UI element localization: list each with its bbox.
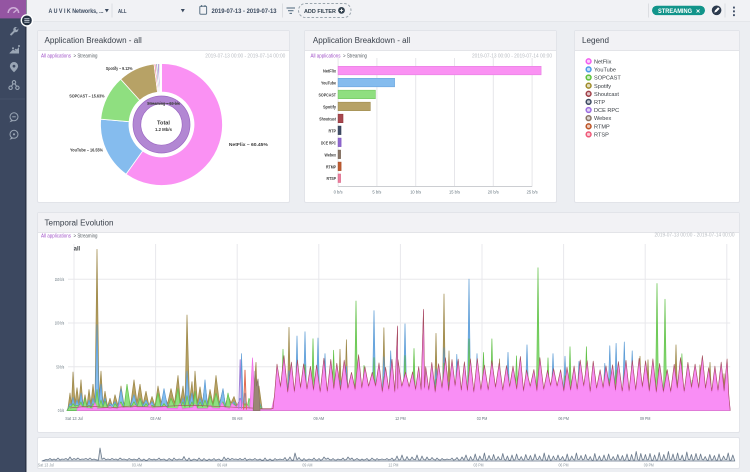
svg-text:SOPCAST: SOPCAST <box>594 76 621 82</box>
svg-text:A U V I K Networks, ...: A U V I K Networks, ... <box>49 9 104 15</box>
svg-text:NetFlix – 60.45%: NetFlix – 60.45% <box>229 142 268 147</box>
svg-text:RTMP: RTMP <box>326 164 336 169</box>
svg-text:09 PM: 09 PM <box>640 416 651 421</box>
svg-text:10 b/s: 10 b/s <box>410 189 422 194</box>
svg-text:Temporal Evolution: Temporal Evolution <box>45 219 114 228</box>
svg-text:06 PM: 06 PM <box>558 416 569 421</box>
svg-text:2019-07-13 - 2019-07-13: 2019-07-13 - 2019-07-13 <box>212 9 278 15</box>
svg-text:NetFlix: NetFlix <box>323 69 336 74</box>
svg-text:03 PM: 03 PM <box>477 416 488 421</box>
svg-text:all: all <box>74 247 81 253</box>
svg-text:09 AM: 09 AM <box>302 462 312 467</box>
svg-text:03 AM: 03 AM <box>150 416 161 421</box>
svg-text:15 b/s: 15 b/s <box>449 189 461 194</box>
svg-text:NetFlix: NetFlix <box>594 59 612 65</box>
svg-text:20 b/s: 20 b/s <box>488 189 500 194</box>
svg-text:Shoutcast: Shoutcast <box>594 92 619 98</box>
svg-text:06 AM: 06 AM <box>217 462 227 467</box>
svg-text:50 b/s: 50 b/s <box>56 364 64 369</box>
svg-text:06 AM: 06 AM <box>232 416 243 421</box>
svg-text:RTP: RTP <box>594 100 605 106</box>
svg-text:Streaming – 83 b/s: Streaming – 83 b/s <box>147 101 180 107</box>
svg-text:12 PM: 12 PM <box>395 416 406 421</box>
svg-text:> Streaming: > Streaming <box>74 234 98 240</box>
svg-text:0 b/s: 0 b/s <box>58 408 65 413</box>
svg-text:Total: Total <box>157 120 170 126</box>
svg-text:YouTube: YouTube <box>321 80 336 85</box>
svg-text:1.2 Mb/s: 1.2 Mb/s <box>155 127 172 133</box>
svg-text:RTSP: RTSP <box>594 132 609 138</box>
svg-text:Shoutcast: Shoutcast <box>319 116 336 121</box>
svg-text:Application Breakdown - all: Application Breakdown - all <box>313 36 411 45</box>
svg-text:✕: ✕ <box>696 8 701 15</box>
svg-text:DCE RPC: DCE RPC <box>594 108 619 114</box>
svg-text:Application Breakdown - all: Application Breakdown - all <box>45 36 143 45</box>
svg-text:> Streaming: > Streaming <box>74 54 98 60</box>
svg-text:Spotify: Spotify <box>323 104 336 109</box>
svg-text:All applications: All applications <box>41 54 71 60</box>
svg-text:03 AM: 03 AM <box>132 462 142 467</box>
svg-text:All applications: All applications <box>41 234 71 240</box>
svg-text:25 b/s: 25 b/s <box>527 189 539 194</box>
svg-text:09 AM: 09 AM <box>314 416 325 421</box>
svg-text:All applications: All applications <box>311 54 341 60</box>
svg-text:2019-07-13 00:00 - 2019-07-14: 2019-07-13 00:00 - 2019-07-14 00:00 <box>655 233 735 239</box>
svg-text:SOPCAST – 15.63%: SOPCAST – 15.63% <box>69 94 104 99</box>
svg-text:2019-07-13 00:00 - 2019-07-14: 2019-07-13 00:00 - 2019-07-14 00:00 <box>472 53 552 59</box>
svg-text:YouTube – 16.55%: YouTube – 16.55% <box>70 148 103 153</box>
svg-text:STREAMING: STREAMING <box>658 9 692 15</box>
svg-text:Sat 13 Jul: Sat 13 Jul <box>65 416 83 421</box>
svg-text:12 PM: 12 PM <box>388 462 398 467</box>
svg-text:Sat 13 Jul: Sat 13 Jul <box>38 462 54 467</box>
svg-text:0 b/s: 0 b/s <box>334 189 344 194</box>
svg-text:150 b/s: 150 b/s <box>55 277 65 282</box>
svg-text:100 b/s: 100 b/s <box>55 321 65 326</box>
svg-text:YouTube: YouTube <box>594 68 616 74</box>
svg-text:ADD FILTER: ADD FILTER <box>304 9 336 15</box>
svg-text:09 PM: 09 PM <box>644 462 654 467</box>
svg-text:SOPCAST: SOPCAST <box>319 92 337 97</box>
svg-text:DCE RPC: DCE RPC <box>321 140 337 145</box>
svg-text:Webex: Webex <box>594 116 612 122</box>
svg-text:> Streaming: > Streaming <box>343 54 367 60</box>
svg-text:Legend: Legend <box>582 36 609 45</box>
svg-text:Spotify – 9.12%: Spotify – 9.12% <box>106 66 133 71</box>
svg-text:06 PM: 06 PM <box>559 462 569 467</box>
svg-text:03 PM: 03 PM <box>474 462 484 467</box>
svg-text:RTMP: RTMP <box>594 124 610 130</box>
svg-text:ALL: ALL <box>118 9 127 15</box>
svg-text:RTSP: RTSP <box>327 176 337 181</box>
svg-text:Webex: Webex <box>325 152 337 157</box>
svg-text:5 b/s: 5 b/s <box>372 189 382 194</box>
svg-text:2019-07-13 00:00 - 2019-07-14: 2019-07-13 00:00 - 2019-07-14 00:00 <box>205 53 285 59</box>
svg-text:Spotify: Spotify <box>594 84 611 90</box>
svg-text:RTP: RTP <box>329 128 337 133</box>
